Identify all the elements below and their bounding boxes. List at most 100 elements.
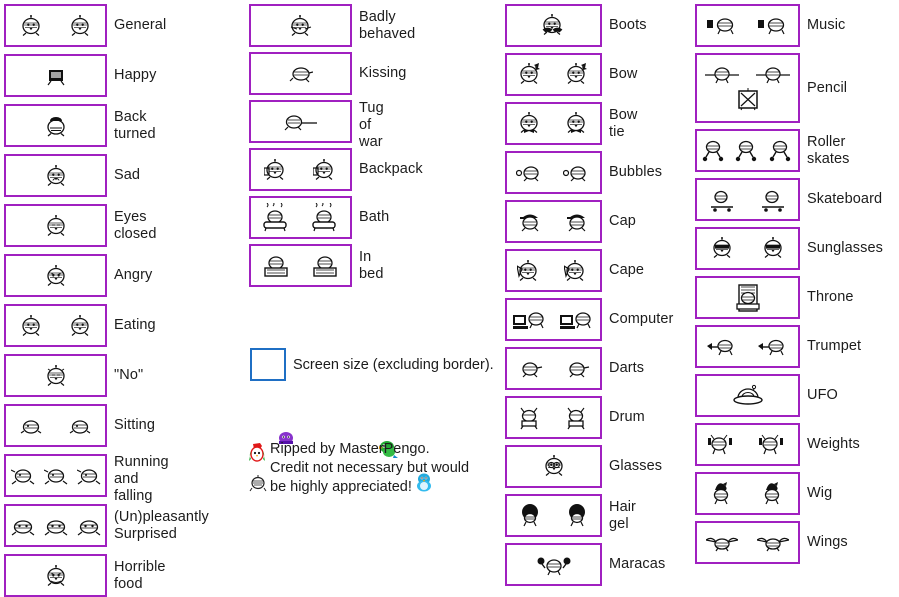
penguin-hair-gel-icon [565,503,589,528]
sprite-entry: Wings [695,521,848,564]
sprite-entry-label: Backpack [359,161,423,177]
penguin-sitting-icon [69,416,91,436]
sprite-preview-box [695,521,800,564]
penguin-bow-icon [518,62,542,87]
penguin-wig-icon [711,481,733,506]
sprite-entry-label: Cap [609,213,636,229]
sprite-entry-label: Eating [114,317,156,333]
penguin-boots-icon [541,13,567,38]
penguin-running-icon [10,466,35,486]
sprite-entry-label: Bath [359,209,390,225]
sprite-entry: Bubbles [505,151,662,194]
penguin-roller-skates-icon [701,139,727,163]
sprite-preview-box [4,104,107,147]
sprite-entry: Happy [4,54,156,97]
penguin-wig-icon [762,481,784,506]
sprite-entry-label: Horrible food [114,558,166,592]
sprite-preview-box [505,298,602,341]
sprite-entry-label: Happy [114,67,157,83]
penguin-cape-icon [517,259,543,282]
penguin-weights-icon [758,433,788,457]
sprite-entry: Drum [505,396,645,439]
sprite-entry: Eating [4,304,156,347]
sprite-preview-box [695,178,800,221]
penguin-weights-icon [707,433,737,457]
penguin-computer-icon [513,309,547,331]
sprite-preview-box [505,543,602,586]
sprite-entry: Trumpet [695,325,861,368]
sprite-entry-label: Boots [609,17,647,33]
penguin-front-icon [20,14,42,37]
sprite-entry: Cap [505,200,636,243]
penguin-running-icon [43,466,68,486]
sprite-entry-label: Running and falling [114,454,169,504]
sprite-entry-label: Maracas [609,556,666,572]
sprite-entry-label: Throne [807,289,854,305]
sprite-entry: Bath [249,196,389,239]
sprite-entry-label: Bow [609,66,638,82]
penguin-computer-icon [559,309,594,331]
penguin-sunglasses-icon [711,236,733,261]
sprite-preview-box [505,494,602,537]
sprite-preview-box [4,404,107,447]
screen-size-box [250,348,286,381]
penguin-bath-icon [261,202,291,233]
sprite-entry: Roller skates [695,129,850,172]
sprite-preview-box [505,249,602,292]
sprite-entry: Music [695,4,845,47]
penguin-bow-tie-icon [565,111,589,136]
red-penguin-icon [248,442,266,467]
penguin-backpack-icon [263,158,288,181]
penguin-no-icon [45,364,67,387]
screen-size-label: Screen size (excluding border). [293,356,494,373]
sprite-preview-box [4,354,107,397]
sprite-entry: (Un)pleasantly Surprised [4,504,209,547]
penguin-trumpet-icon [757,337,788,357]
penguin-sitting-icon [20,416,42,436]
penguin-bubbles-icon [516,163,544,183]
sprite-preview-box [4,504,107,547]
sprite-entry: Computer [505,298,673,341]
sprite-entry-label: Glasses [609,458,663,474]
penguin-wings-icon [706,534,739,552]
sprite-entry: Bow [505,53,638,96]
sprite-entry: Hair gel [505,494,636,537]
sprite-entry: Badly behaved [249,4,415,47]
penguin-sad-icon [45,164,67,187]
sprite-preview-box [4,54,107,97]
sprite-entry: General [4,4,166,47]
penguin-maracas-icon [537,554,571,576]
penguin-in-bed-icon [312,253,338,279]
sprite-entry-label: Darts [609,360,645,376]
sprite-entry-label: General [114,17,167,33]
penguin-eating-icon [20,314,42,337]
penguin-pencil-icon [705,64,740,88]
sprite-preview-box [695,129,800,172]
sprite-entry-label: Skateboard [807,191,883,207]
sprite-entry: Skateboard [695,178,882,221]
sprite-preview-box [4,154,107,197]
sprite-entry-label: Trumpet [807,338,862,354]
sprite-preview-box [4,4,107,47]
sprite-entry-label: Wings [807,534,848,550]
penguin-drum-icon [565,406,589,430]
sprite-entry: UFO [695,374,838,417]
sprite-entry-label: Bubbles [609,164,663,180]
penguin-throne-icon [733,283,763,313]
sprite-entry-label: Tug of war [359,100,384,150]
sprite-entry: In bed [249,244,384,287]
sprite-entry: Running and falling [4,454,169,505]
sprite-entry: Tug of war [249,100,384,151]
sprite-entry-label: Kissing [359,65,407,81]
sprite-entry: Weights [695,423,860,466]
sprite-preview-box [695,227,800,270]
penguin-glasses-icon [543,454,565,479]
sprite-preview-box [249,244,352,287]
penguin-surprised-icon [11,516,35,536]
sprite-entry-label: Computer [609,311,674,327]
sprite-entry-label: Sitting [114,417,155,433]
penguin-ufo-icon [732,384,764,408]
sprite-entry: Throne [695,276,854,319]
penguin-pencil-icon [755,64,790,88]
sprite-entry-label: In bed [359,248,384,282]
